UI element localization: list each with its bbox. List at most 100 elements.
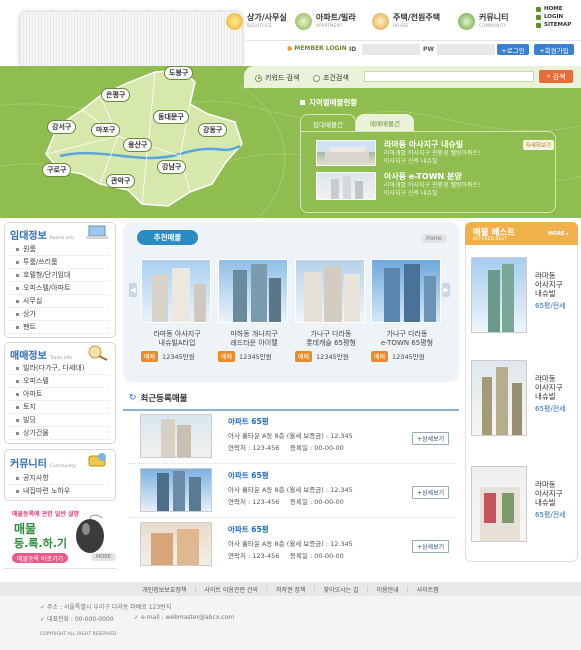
- recommend-tab[interactable]: 추천매물: [137, 230, 198, 245]
- sidebar-item-officetel[interactable]: 오피스텔/아파트: [10, 282, 110, 295]
- row-photo: [140, 468, 212, 512]
- region-listing-1[interactable]: 라마동 아사지구 내슈빌 자세히보기 라마개발 아사지구 친환경 웰빙아파트! 아…: [384, 139, 554, 166]
- sidebar-item-office[interactable]: 사무실: [10, 295, 110, 308]
- bullet-icon: [16, 273, 19, 277]
- sidebar-item-pent[interactable]: 펜트: [10, 321, 110, 334]
- card-photo: [218, 259, 288, 323]
- sidebar-item-shop[interactable]: 상가: [10, 308, 110, 321]
- footer-link-privacy[interactable]: 개인정보보호정책: [142, 585, 186, 594]
- detail-button[interactable]: +상세보기: [412, 540, 450, 553]
- region-listing-2[interactable]: 아사동 e-TOWN 분양 라마개발 아사지구 친환경 웰빙아파트! 아사지구 …: [384, 171, 554, 198]
- district-gangseo[interactable]: 강서구: [47, 120, 77, 134]
- radio-condition[interactable]: 조건검색: [313, 73, 349, 83]
- district-eunpyeong[interactable]: 은평구: [101, 88, 131, 102]
- nav-item-apartment[interactable]: 아파트/빌라 APARTMENT: [295, 8, 356, 34]
- bullet-icon: [536, 14, 541, 20]
- id-input[interactable]: [362, 44, 420, 55]
- district-yongsan[interactable]: 용산구: [123, 138, 153, 152]
- magnifier-icon: [84, 344, 110, 362]
- refresh-icon: ↻: [129, 393, 137, 403]
- sidebar-item-commercial[interactable]: 상가건물: [10, 427, 110, 440]
- district-dobong[interactable]: 도봉구: [164, 66, 194, 80]
- community-menu: 공지사항 내집마련 노하우: [10, 472, 110, 498]
- sidebar-item-knowhow[interactable]: 내집마련 노하우: [10, 485, 110, 498]
- district-mapo[interactable]: 마포구: [91, 123, 121, 137]
- promo-big-2: 등.록.하.기: [14, 537, 68, 550]
- recommend-card[interactable]: 가나구 다라동 롯데캐슬 65평형 매매 12345만원: [295, 259, 367, 362]
- member-login-title: ● MEMBER LOGIN: [287, 45, 347, 52]
- bullet-icon: [16, 366, 19, 370]
- sidebar-item-hotel[interactable]: 호텔형/단기임대: [10, 269, 110, 282]
- util-login-link[interactable]: LOGIN: [536, 14, 563, 20]
- bullet-icon: [16, 405, 19, 409]
- footer-link-sitemap[interactable]: 사이트맵: [417, 585, 439, 594]
- next-arrow-icon[interactable]: ▶: [442, 283, 450, 297]
- listing-photo[interactable]: [316, 140, 376, 166]
- district-gangdong[interactable]: 강동구: [198, 123, 228, 137]
- search-input[interactable]: [364, 71, 534, 82]
- detail-button[interactable]: +상세보기: [412, 432, 450, 445]
- nav-item-partial-2[interactable]: [150, 8, 228, 34]
- pw-input[interactable]: [437, 44, 495, 55]
- nav-item-community[interactable]: 커뮤니티 COMMUNITY: [458, 8, 508, 34]
- radio-on-icon: [255, 74, 262, 82]
- sidebar-item-villa[interactable]: 빌라(다가구, 다세대): [10, 362, 110, 375]
- recent-row[interactable]: 아파트 65평 아사 흘타운 A동 8층 (월세 보증금) : 12.345 연…: [128, 414, 456, 464]
- recommend-card[interactable]: 마하동 개나지구 래드타운 아이팰 매매 12345만원: [218, 259, 290, 362]
- promo-more-button[interactable]: MORE: [91, 553, 116, 561]
- nav-item-house[interactable]: 주택/전원주택 HOUSE: [372, 8, 440, 34]
- building-icon: [295, 12, 312, 30]
- login-button[interactable]: +로그인: [497, 44, 529, 55]
- rental-info-title: 임대정보 Rental info: [10, 231, 74, 242]
- towers-image: [331, 176, 363, 199]
- footer-link-suggest[interactable]: 사이트 이용관련 건의: [204, 585, 258, 594]
- best-card[interactable]: 라마동 아사지구 내슈빌 65평/전세: [471, 466, 575, 546]
- listing-detail-badge[interactable]: 자세히보기: [522, 139, 554, 150]
- nav-item-biz[interactable]: 상가/사무실 BIZ/OFFICE: [226, 8, 287, 34]
- tab-trade[interactable]: 매매매물건: [356, 114, 414, 132]
- radio-keyword[interactable]: 키워드 검색: [255, 73, 299, 83]
- best-more-button[interactable]: MORE ▸: [548, 231, 569, 237]
- district-gangnam[interactable]: 강남구: [157, 160, 187, 174]
- sidebar-item-oneroom[interactable]: 원룸: [10, 243, 110, 256]
- util-home-link[interactable]: HOME: [536, 6, 563, 12]
- sidebar-item-officetel2[interactable]: 오피스텔: [10, 375, 110, 388]
- footer-link-directions[interactable]: 찾아오시는 길: [324, 585, 359, 594]
- stadium-image: [325, 147, 369, 161]
- recent-row[interactable]: 아파트 65평 아사 흘타운 A동 8층 (월세 보증금) : 12.345 연…: [128, 522, 456, 572]
- best-photo: [471, 466, 527, 542]
- id-label: ID: [349, 46, 357, 53]
- bullet-icon: [16, 325, 19, 329]
- register-button[interactable]: 매물등록 바로가기: [12, 553, 68, 563]
- recommend-more-button[interactable]: more: [421, 234, 447, 243]
- recent-row[interactable]: 아파트 65평 아사 흘타운 A동 8층 (월세 보증금) : 12.345 연…: [128, 468, 456, 518]
- footer-link-copyright[interactable]: 저작권 정책: [276, 585, 306, 594]
- detail-button[interactable]: +상세보기: [412, 486, 450, 499]
- join-button[interactable]: +회원가입: [534, 44, 574, 55]
- best-card[interactable]: 라마동 아사지구 내슈빌 65평/전세: [471, 257, 575, 337]
- sidebar-item-notice[interactable]: 공지사항: [10, 472, 110, 485]
- footer-email: ✓ e-mail : webmaster@abcx.com: [134, 614, 235, 621]
- recommend-card[interactable]: 가나구 다라동 e-TOWN 65평형 매매 12345만원: [371, 259, 443, 362]
- sidebar-item-land[interactable]: 토지: [10, 401, 110, 414]
- chat-icon: [86, 451, 110, 469]
- util-sitemap-link[interactable]: SITEMAP: [536, 22, 571, 28]
- district-dongdaemun[interactable]: 동대문구: [153, 110, 189, 124]
- sidebar-item-building[interactable]: 빌딩: [10, 414, 110, 427]
- tab-rental[interactable]: 임대매물건: [300, 114, 356, 132]
- listing-photo[interactable]: [316, 172, 376, 200]
- card-photo: [141, 259, 211, 323]
- row-photo: [140, 522, 212, 566]
- bullet-icon: [16, 476, 19, 480]
- best-card[interactable]: 라마동 아사지구 내슈빌 65평/전세: [471, 360, 575, 440]
- search-button[interactable]: ⌕ 검색: [539, 70, 573, 83]
- sidebar-item-tworoom[interactable]: 투룸/쓰리룸: [10, 256, 110, 269]
- trade-badge: 매매: [371, 350, 389, 362]
- district-gwanak[interactable]: 관악구: [106, 174, 136, 188]
- sidebar-item-apartment[interactable]: 아파트: [10, 388, 110, 401]
- prev-arrow-icon[interactable]: ◀: [129, 283, 137, 297]
- district-guro[interactable]: 구로구: [42, 163, 72, 177]
- community-icon: [458, 12, 475, 30]
- recommend-card[interactable]: 라마동 아사지구 내슈빌A타입 매매 12345만원: [141, 259, 213, 362]
- footer-link-guide[interactable]: 이용안내: [377, 585, 399, 594]
